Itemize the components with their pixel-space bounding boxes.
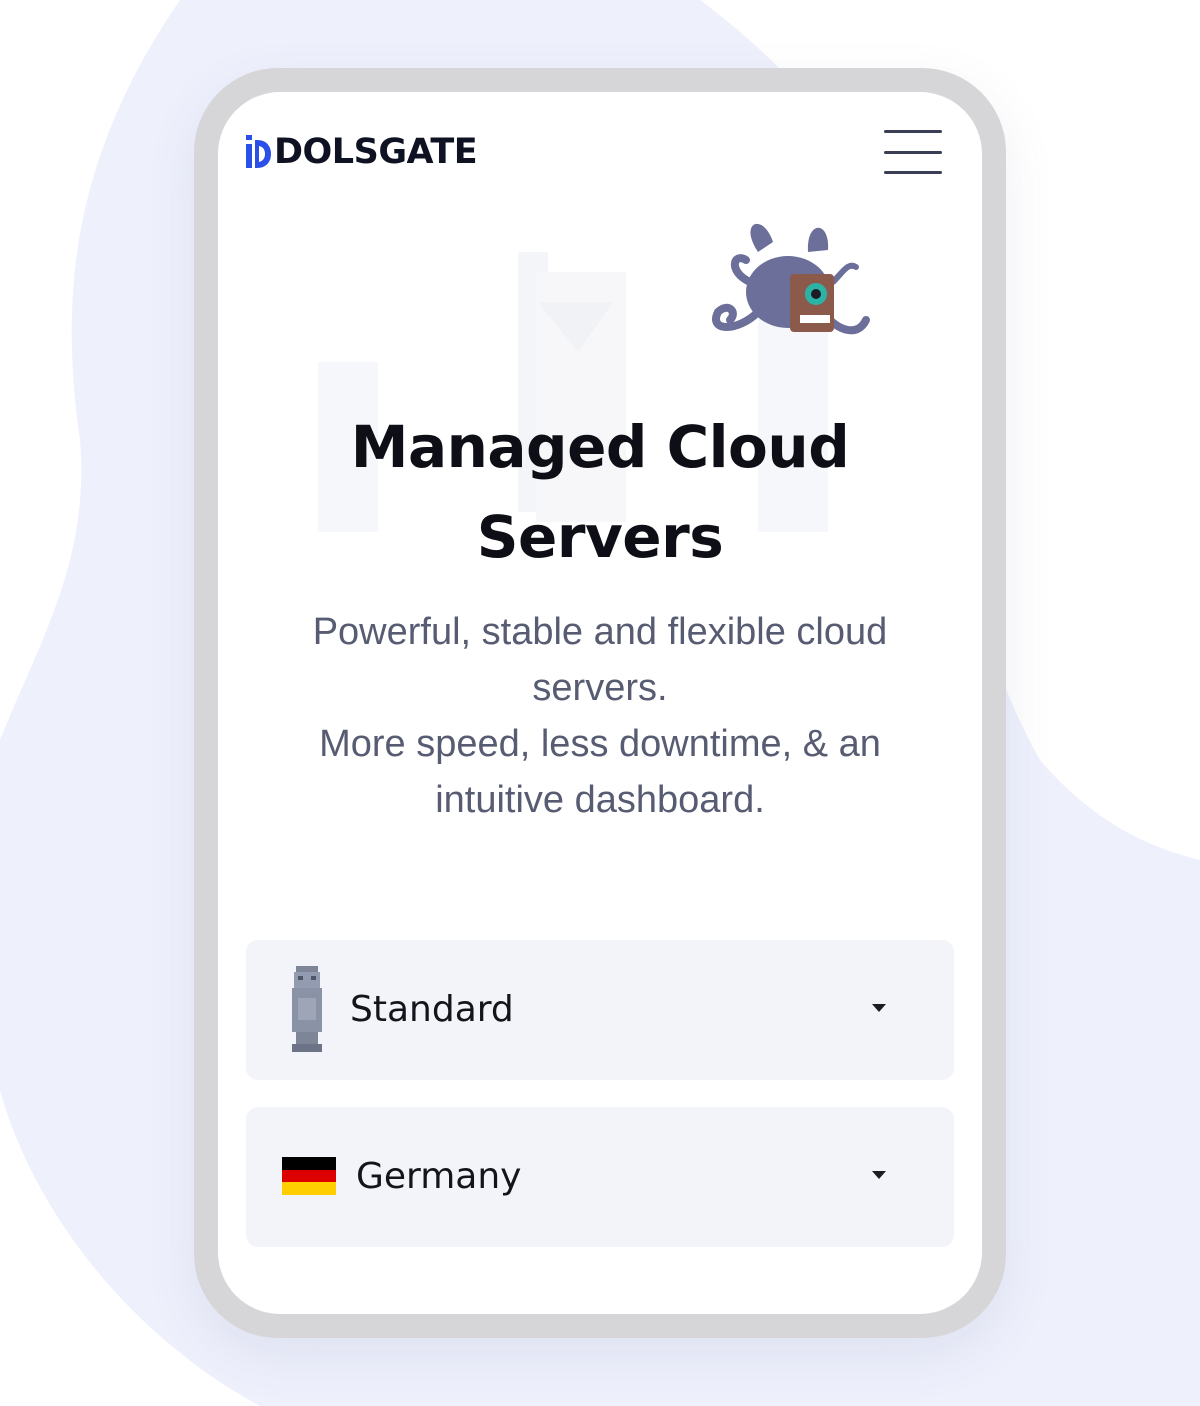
plan-select[interactable]: Standard bbox=[246, 940, 954, 1080]
logo-mark-icon bbox=[246, 135, 271, 168]
caret-down-icon bbox=[872, 1171, 886, 1179]
phone-screen: DOLSGATE Managed Cloud Servers Powerful,… bbox=[218, 92, 982, 1314]
hero-subtitle-line-1: Powerful, stable and flexible cloud serv… bbox=[312, 611, 888, 709]
hamburger-menu-button[interactable] bbox=[884, 126, 942, 178]
hamburger-menu-icon bbox=[884, 130, 942, 133]
brand-logo[interactable]: DOLSGATE bbox=[244, 130, 478, 174]
location-select-value: Germany bbox=[356, 1156, 522, 1197]
hamburger-menu-icon-line bbox=[884, 150, 942, 154]
location-select[interactable]: Germany bbox=[246, 1107, 954, 1247]
tentacle-monster-robot-illustration bbox=[712, 223, 870, 335]
logo-text: DOLSGATE bbox=[274, 132, 478, 172]
germany-flag-icon bbox=[282, 1157, 336, 1195]
hamburger-menu-icon-line bbox=[884, 171, 942, 174]
hero-subtitle-line-2: More speed, less downtime, & an intuitiv… bbox=[319, 723, 881, 821]
hero-subtitle: Powerful, stable and flexible cloud serv… bbox=[268, 604, 932, 828]
caret-down-icon bbox=[872, 1004, 886, 1012]
hero-title: Managed Cloud Servers bbox=[258, 402, 942, 582]
hero-title-line-2: Servers bbox=[476, 503, 724, 571]
statue-icon bbox=[292, 966, 322, 1052]
hero-title-line-1: Managed Cloud bbox=[350, 413, 850, 481]
plan-select-value: Standard bbox=[350, 989, 514, 1030]
